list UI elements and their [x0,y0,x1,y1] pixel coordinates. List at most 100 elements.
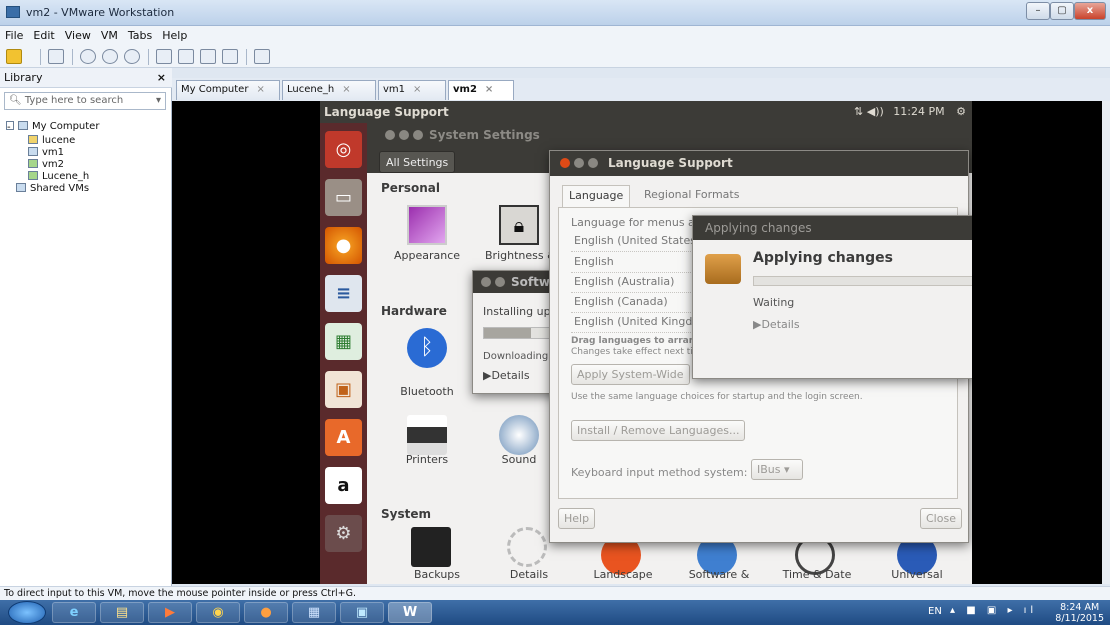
snapshot-icon[interactable] [80,49,96,64]
unity-icon[interactable] [222,49,238,64]
network-icon[interactable] [48,49,64,64]
minimize-icon[interactable] [399,130,409,140]
tree-item-lucene-h[interactable]: Lucene_h [28,171,89,182]
tree-item-my-computer[interactable]: - My Computer [6,121,99,133]
printers-label[interactable]: Printers [377,453,477,466]
list-item[interactable]: English [571,253,701,273]
network-sound-icons[interactable]: ⇅ ◀)) [854,105,884,118]
tab-my-computer[interactable]: My Computer × [176,80,280,100]
printer-icon[interactable] [407,415,447,455]
thumbnail-bar-icon[interactable] [178,49,194,64]
software-center-icon[interactable]: A [325,419,362,456]
writer-icon[interactable]: ≡ [325,275,362,312]
backups-label[interactable]: Backups [387,568,487,581]
firefox-icon[interactable]: ● [325,227,362,264]
close-button[interactable]: x [1074,2,1106,20]
list-item[interactable]: English (Australia) [571,273,701,293]
start-button[interactable] [8,601,46,624]
backups-icon[interactable] [411,527,451,567]
power-icon[interactable] [6,49,22,64]
tree-item-shared-vms[interactable]: Shared VMs [16,183,89,194]
library-search-input[interactable]: 🔍︎ Type here to search ▾ [4,92,166,110]
menu-edit[interactable]: Edit [28,26,59,45]
tab-regional-formats[interactable]: Regional Formats [644,188,739,201]
help-button[interactable]: Help [558,508,596,529]
full-screen-icon[interactable] [200,49,216,64]
calc-icon[interactable]: ▦ [325,323,362,360]
windows-clock[interactable]: 8:24 AM 8/11/2015 [1055,602,1104,624]
tree-item-lucene[interactable]: lucene [28,135,75,146]
details-icon[interactable] [507,527,547,567]
bluetooth-label[interactable]: Bluetooth [377,385,477,398]
apply-system-wide-button[interactable]: Apply System-Wide [571,364,690,385]
tab-lucene-h[interactable]: Lucene_h × [282,80,376,100]
settings-icon[interactable]: ⚙ [325,515,362,552]
word-icon[interactable]: W [388,602,432,623]
sound-icon[interactable] [499,415,539,455]
list-item[interactable]: English (United Kingdo [571,313,701,333]
list-item[interactable]: English (United States [571,232,701,252]
menu-tabs[interactable]: Tabs [123,26,157,45]
appearance-icon[interactable] [407,205,447,245]
vm-scrollbar[interactable] [1102,101,1110,584]
ie-icon[interactable]: e [52,602,96,623]
menu-view[interactable]: View [60,26,96,45]
all-settings-button[interactable]: All Settings [379,151,456,173]
impress-icon[interactable]: ▣ [325,371,362,408]
details-label[interactable]: Details [479,568,579,581]
firefox-icon[interactable]: ● [244,602,288,623]
app-icon[interactable]: ▦ [292,602,336,623]
maximize-icon[interactable] [413,130,423,140]
menu-vm[interactable]: VM [96,26,123,45]
show-library-icon[interactable] [156,49,172,64]
minimize-button[interactable]: – [1026,2,1050,20]
vmware-taskbar-icon[interactable]: ▣ [340,602,384,623]
files-icon[interactable]: ▭ [325,179,362,216]
time-date-label[interactable]: Time & Date [767,568,867,581]
snapshot-manager-icon[interactable] [124,49,140,64]
close-icon[interactable] [481,277,491,287]
lock-icon[interactable]: 🔒︎ [499,205,539,245]
explorer-icon[interactable]: ▤ [100,602,144,623]
landscape-label[interactable]: Landscape [573,568,673,581]
menu-help[interactable]: Help [157,26,192,45]
software-details-toggle[interactable]: ▶Details [483,369,530,382]
input-language[interactable]: EN [928,606,942,617]
revert-snapshot-icon[interactable] [102,49,118,64]
minimize-icon[interactable] [574,158,584,168]
maximize-icon[interactable] [588,158,598,168]
chrome-icon[interactable]: ◉ [196,602,240,623]
language-list[interactable]: English (United States English English (… [571,232,701,333]
clock[interactable]: 11:24 PM [893,105,944,118]
appearance-label[interactable]: Appearance [377,249,477,262]
maximize-button[interactable]: ▢ [1050,2,1074,20]
list-item[interactable]: English (Canada) [571,293,701,313]
console-view-icon[interactable] [254,49,270,64]
dash-icon[interactable]: ◎ [325,131,362,168]
tray-icons[interactable]: ▴ ■ ▣ ▸ ıl [950,605,1037,616]
close-icon[interactable] [385,130,395,140]
gear-icon[interactable]: ⚙ [956,105,966,118]
sound-label[interactable]: Sound [489,453,549,466]
media-player-icon[interactable]: ▶ [148,602,192,623]
close-icon[interactable] [560,158,570,168]
tab-vm2[interactable]: vm2 × [448,80,514,100]
tab-close-icon[interactable]: × [256,84,264,95]
minimize-icon[interactable] [495,277,505,287]
universal-access-label[interactable]: Universal [867,568,967,581]
tab-close-icon[interactable]: × [342,84,350,95]
guest-screen[interactable]: Language Support ⇅ ◀)) 11:24 PM ⚙ ◎ ▭ ● … [320,101,972,584]
tab-language[interactable]: Language [562,185,631,207]
install-remove-languages-button[interactable]: Install / Remove Languages... [571,420,746,441]
library-close-button[interactable]: × [157,71,166,84]
tree-item-vm2[interactable]: vm2 [28,159,64,170]
brightness-lock-label[interactable]: Brightness & Lock [485,249,557,262]
system-tray[interactable]: ⇅ ◀)) 11:24 PM ⚙ [854,105,966,118]
bluetooth-icon[interactable]: ᛒ [407,328,447,368]
amazon-icon[interactable]: a [325,467,362,504]
software-label[interactable]: Software & [669,568,769,581]
menu-file[interactable]: File [0,26,28,45]
close-dialog-button[interactable]: Close [920,508,962,529]
tab-close-icon[interactable]: × [413,84,421,95]
tab-vm1[interactable]: vm1 × [378,80,446,100]
